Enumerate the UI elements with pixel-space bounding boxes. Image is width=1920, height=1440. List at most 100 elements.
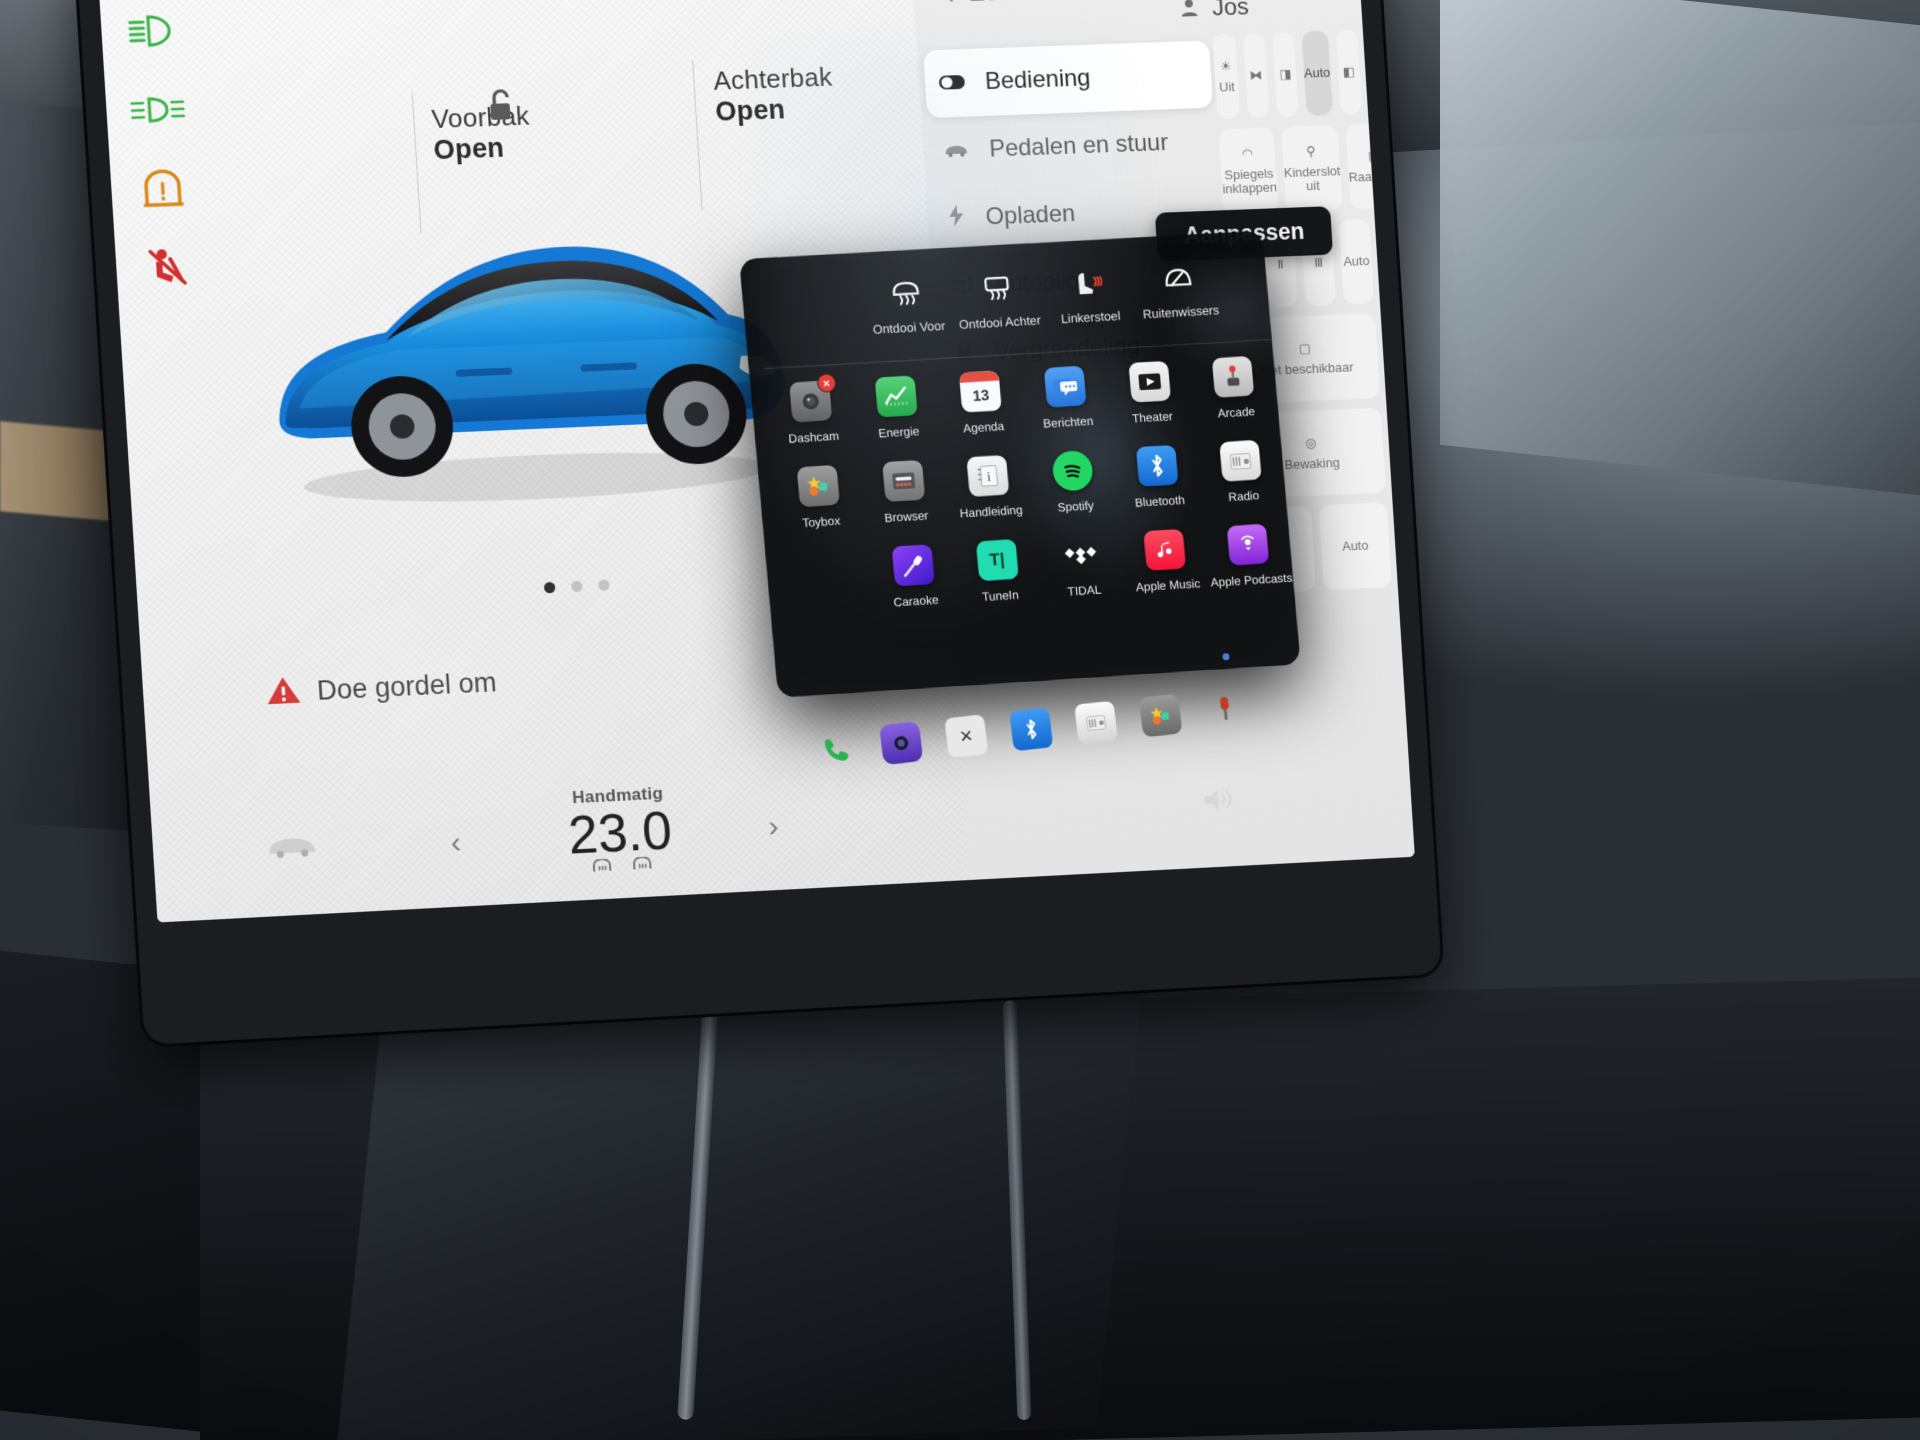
radio-app-icon: [1219, 439, 1262, 482]
tile-lights-auto[interactable]: Auto: [1301, 30, 1333, 117]
karaoke-icon[interactable]: [1203, 687, 1247, 731]
app-launcher-panel[interactable]: Ontdooi Voor Ontdooi Achter Linkerstoel …: [738, 230, 1301, 698]
profile-row[interactable]: Jos: [1179, 0, 1250, 24]
page-dot-3[interactable]: [598, 579, 610, 591]
app-toybox[interactable]: Toybox: [774, 464, 865, 532]
app-label: Agenda: [962, 419, 1005, 436]
app-label: Theater: [1131, 409, 1174, 426]
launcher-page-dot[interactable]: [1222, 653, 1230, 661]
quick-action-wipers[interactable]: Ruitenwissers: [1132, 262, 1227, 321]
tile-label: Auto: [1303, 64, 1331, 81]
page-dot-1[interactable]: [543, 581, 556, 594]
app-spotify[interactable]: Spotify: [1029, 449, 1119, 516]
center-touchscreen[interactable]: Voorbak Open Achterbak Open Doe gordel o…: [75, 0, 1442, 1045]
arcade-app-icon: [1211, 356, 1255, 398]
seat-heater-icon: [1072, 269, 1104, 301]
tile-label: Kinderslot uit: [1283, 162, 1341, 194]
app-label: Toybox: [801, 513, 841, 530]
wiper-3-icon: Ⅲ: [1313, 254, 1324, 271]
car-side-icon[interactable]: [265, 831, 320, 865]
tile-lights-off[interactable]: ☀ Uit: [1212, 33, 1240, 120]
theater-app-icon: [1127, 360, 1171, 403]
app-arcade[interactable]: Arcade: [1190, 355, 1279, 422]
app-tidal[interactable]: TIDAL: [1037, 533, 1126, 601]
fog-light-icon: [128, 86, 188, 132]
tile-wiper-auto[interactable]: Auto: [1338, 218, 1375, 305]
page-dot-2[interactable]: [570, 580, 583, 593]
app-row: × Dashcam Energie 13 Agenda Berichten Th…: [766, 355, 1279, 447]
warning-triangle-icon: [265, 674, 302, 711]
seatbelt-warning-icon: [138, 244, 198, 291]
side-window: [1440, 0, 1920, 496]
speaker-volume-icon[interactable]: [1201, 785, 1236, 819]
quick-action-seat-heater-left[interactable]: Linkerstoel: [1041, 267, 1136, 327]
app-label: Apple Podcasts: [1210, 570, 1293, 590]
bluetooth-icon[interactable]: [1009, 707, 1054, 752]
temp-up-button[interactable]: ›: [767, 810, 779, 844]
app-label: TuneIn: [981, 587, 1020, 604]
quick-action-label: Ontdooi Achter: [958, 313, 1042, 332]
seat-heater-right-icon[interactable]: [631, 856, 654, 876]
seat-heater-left-icon[interactable]: [590, 858, 613, 878]
app-apple-music[interactable]: Apple Music: [1121, 527, 1210, 594]
tile-mirrors-fold[interactable]: ◠ Spiegels inklappen: [1218, 127, 1279, 215]
phone-icon[interactable]: [814, 728, 858, 772]
app-caraoke[interactable]: Caraoke: [869, 543, 959, 611]
search-input[interactable]: Zoeken: [969, 0, 1053, 8]
search-icon: [931, 0, 954, 8]
tile-label: Auto: [1341, 537, 1369, 554]
brightness-icon: ☀: [1219, 58, 1232, 74]
sidebar-item-pedalen-en-stuur[interactable]: Pedalen en stuur: [928, 108, 1218, 186]
app-apple-podcasts[interactable]: Apple Podcasts: [1205, 522, 1294, 590]
toybox-icon[interactable]: [1138, 693, 1183, 738]
app-theater[interactable]: Theater: [1105, 360, 1195, 427]
close-icon[interactable]: ×: [944, 714, 989, 759]
front-trunk-status[interactable]: Voorbak Open: [431, 100, 533, 166]
temperature-control[interactable]: Handmatig 23.0: [486, 779, 753, 883]
tire-pressure-warning-icon: [133, 165, 193, 212]
wiper-2-icon: Ⅱ: [1276, 256, 1285, 272]
camera-icon[interactable]: [879, 721, 924, 766]
app-berichten[interactable]: Berichten: [1021, 364, 1111, 431]
app-energie[interactable]: Energie: [851, 374, 942, 442]
tile-child-lock[interactable]: ⚲ Kinderslot uit: [1281, 124, 1343, 212]
quick-actions-row[interactable]: Ontdooi Voor Ontdooi Achter Linkerstoel …: [859, 261, 1258, 338]
bolt-icon: [947, 203, 967, 234]
app-label: Radio: [1227, 488, 1260, 505]
app-label: Caraoke: [892, 592, 940, 610]
radio-icon[interactable]: [1074, 700, 1118, 745]
tile-headlight-flash[interactable]: ⧓: [1242, 32, 1270, 119]
app-agenda[interactable]: 13 Agenda: [936, 369, 1026, 436]
app-label: Arcade: [1217, 404, 1256, 421]
spotify-app-icon: [1051, 449, 1094, 492]
quick-action-label: Linkerstoel: [1060, 308, 1122, 327]
quick-action-defrost-front[interactable]: Ontdooi Voor: [859, 278, 955, 338]
app-label: Berichten: [1042, 413, 1094, 431]
app-handleiding[interactable]: i Handleiding: [944, 454, 1034, 522]
toggle-switch-icon: [938, 69, 966, 98]
screen-surface[interactable]: Voorbak Open Achterbak Open Doe gordel o…: [97, 0, 1415, 923]
app-label: Energie: [877, 424, 921, 441]
app-grid[interactable]: × Dashcam Energie 13 Agenda Berichten Th…: [766, 355, 1296, 638]
headlight-flash-icon: ⧓: [1249, 67, 1263, 83]
tile-label: Spiegels inklappen: [1222, 165, 1278, 197]
app-dashcam[interactable]: × Dashcam: [766, 372, 857, 447]
high-beam-icon: ◧: [1342, 63, 1356, 80]
tile-brightness-auto[interactable]: Auto: [1318, 502, 1393, 591]
app-browser[interactable]: Browser: [859, 459, 950, 527]
tile-beam[interactable]: ◨: [1271, 31, 1299, 118]
app-tunein[interactable]: T| TuneIn: [953, 538, 1043, 606]
tile-high-beam[interactable]: ◧: [1335, 29, 1363, 115]
app-label: Spotify: [1057, 498, 1095, 515]
sidebar-item-bediening[interactable]: Bediening: [923, 40, 1214, 119]
app-bluetooth[interactable]: Bluetooth: [1113, 444, 1203, 511]
app-label: Apple Music: [1135, 576, 1201, 595]
temp-down-button[interactable]: ‹: [450, 826, 462, 861]
calendar-app-icon: 13: [958, 370, 1003, 413]
app-radio[interactable]: Radio: [1197, 439, 1286, 506]
app-label: Browser: [883, 508, 929, 526]
search-row[interactable]: Zoeken: [931, 0, 1053, 9]
quick-action-defrost-rear[interactable]: Ontdooi Achter: [950, 273, 1046, 333]
rear-trunk-status[interactable]: Achterbak Open: [713, 62, 835, 129]
unlocked-padlock-icon[interactable]: [484, 87, 517, 129]
